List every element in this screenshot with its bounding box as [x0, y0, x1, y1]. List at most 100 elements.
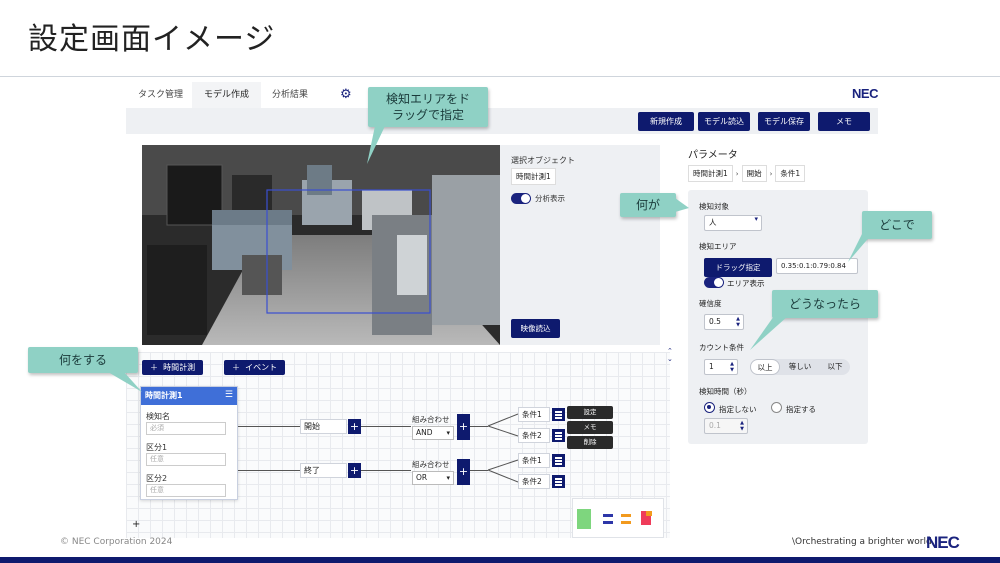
confidence-label: 確信度 [699, 299, 722, 308]
area-display-toggle[interactable] [704, 277, 724, 288]
add-event-button[interactable]: ＋ イベント [224, 360, 286, 375]
detect-target-label: 検知対象 [699, 202, 729, 211]
condition-node[interactable]: 条件2 [518, 474, 550, 489]
category1-input[interactable]: 任意 [146, 453, 226, 466]
count-condition-label: カウント条件 [699, 343, 744, 352]
breadcrumb-item[interactable]: 条件1 [775, 165, 806, 182]
stepper-arrows-icon[interactable]: ▲ ▼ [740, 420, 744, 432]
area-coordinates-input[interactable]: 0.35:0.1:0.79:0.84 [776, 258, 858, 274]
add-time-measure-button[interactable]: ＋ 時間計測 [142, 360, 204, 375]
stepper-arrows-icon[interactable]: ▲ ▼ [736, 316, 740, 328]
tab-model-creation[interactable]: モデル作成 [192, 82, 262, 108]
radio-specify[interactable] [771, 402, 782, 413]
condition-menu-icon[interactable] [552, 408, 565, 421]
camera-frame[interactable] [142, 145, 500, 345]
radio-not-specify[interactable] [704, 402, 715, 413]
area-display-label: エリア表示 [727, 279, 765, 288]
footer-bar [0, 557, 1000, 563]
count-comparison-segment[interactable]: 以上 等しい 以下 [750, 359, 850, 375]
minimap-node [646, 511, 652, 516]
drag-specify-button[interactable]: ドラッグ指定 [704, 258, 772, 277]
selected-object-label: 選択オブジェクト [511, 156, 575, 165]
detect-target-select[interactable]: 人 ▾ [704, 215, 762, 231]
callout-pointer [108, 372, 142, 392]
breadcrumb: 時間計測1 › 開始 › 条件1 [688, 165, 806, 182]
collapse-chevron-icon[interactable]: ⌃ ⌄ [667, 347, 673, 363]
add-canvas-button[interactable]: + [132, 519, 140, 530]
time-measure-node[interactable]: 時間計測1 ☰ 検知名 必須 区分1 任意 区分2 任意 [140, 386, 238, 500]
end-add-button[interactable]: + [348, 463, 361, 478]
tab-analysis-results[interactable]: 分析結果 [260, 82, 320, 108]
start-add-button[interactable]: + [348, 419, 361, 434]
radio-not-specify-label: 指定しない [719, 405, 757, 414]
minimap-node [603, 521, 613, 524]
callout-pointer [367, 126, 385, 164]
detect-time-stepper[interactable]: 0.1 ▲ ▼ [704, 418, 748, 434]
start-node[interactable]: 開始 [300, 419, 347, 434]
save-model-button[interactable]: モデル保存 [758, 112, 810, 131]
new-button[interactable]: 新規作成 [638, 112, 694, 131]
callout-where: どこで [862, 211, 932, 239]
minimap-node [603, 514, 613, 517]
gear-icon[interactable]: ⚙ [340, 87, 352, 102]
hamburger-menu-icon[interactable]: ☰ [225, 390, 233, 400]
slide-title: 設定画面イメージ [28, 22, 276, 57]
segment-equal[interactable]: 等しい [782, 359, 818, 375]
params-title: パラメータ [688, 150, 738, 161]
detect-time-value: 0.1 [709, 421, 721, 430]
load-model-button[interactable]: モデル読込 [698, 112, 750, 131]
add-time-measure-label: 時間計測 [163, 363, 196, 372]
callout-pointer [750, 316, 788, 350]
selected-object-value: 時間計測1 [511, 168, 556, 185]
field-label-detect-name: 検知名 [146, 412, 170, 421]
analysis-display-toggle[interactable] [511, 193, 531, 204]
combine-bottom-label: 組み合わせ [412, 460, 450, 469]
count-value: 1 [709, 362, 714, 371]
callout-pointer [848, 234, 872, 262]
breadcrumb-item[interactable]: 時間計測1 [688, 165, 733, 182]
field-label-category1: 区分1 [146, 443, 168, 452]
context-delete-button[interactable]: 削除 [567, 436, 613, 449]
condition-node[interactable]: 条件2 [518, 428, 550, 443]
combine-bottom-select[interactable]: OR ▾ [412, 471, 454, 485]
tab-task-management[interactable]: タスク管理 [126, 82, 195, 108]
node-title: 時間計測1 [141, 387, 237, 405]
condition-node[interactable]: 条件1 [518, 407, 550, 422]
connector-line [361, 470, 411, 471]
branch-lines [487, 413, 519, 483]
detect-name-input[interactable]: 必須 [146, 422, 226, 435]
condition-node[interactable]: 条件1 [518, 453, 550, 468]
radio-specify-label: 指定する [786, 405, 816, 414]
confidence-stepper[interactable]: 0.5 ▲ ▼ [704, 314, 744, 330]
memo-button[interactable]: メモ [818, 112, 870, 131]
context-memo-button[interactable]: メモ [567, 421, 613, 434]
add-event-label: イベント [245, 363, 278, 372]
combine-top-select[interactable]: AND ▾ [412, 426, 454, 440]
segment-gte[interactable]: 以上 [750, 359, 780, 375]
load-video-button[interactable]: 映像読込 [511, 319, 560, 338]
field-label-category2: 区分2 [146, 474, 168, 483]
minimap-node [577, 509, 591, 529]
condition-menu-icon[interactable] [552, 475, 565, 488]
minimap-node [621, 514, 631, 517]
analysis-display-label: 分析表示 [535, 194, 565, 203]
condition-menu-icon[interactable] [552, 454, 565, 467]
callout-do: 何をする [28, 347, 138, 373]
context-settings-button[interactable]: 設定 [567, 406, 613, 419]
segment-lte[interactable]: 以下 [820, 359, 850, 375]
chevron-down-icon: ▾ [754, 215, 758, 223]
chevron-right-icon: › [735, 169, 739, 178]
detect-area-label: 検知エリア [699, 242, 737, 251]
count-stepper[interactable]: 1 ▲ ▼ [704, 359, 738, 375]
breadcrumb-item[interactable]: 開始 [741, 165, 767, 182]
combine-bottom-add-button[interactable]: + [457, 459, 470, 485]
condition-menu-icon[interactable] [552, 429, 565, 442]
combine-top-add-button[interactable]: + [457, 414, 470, 440]
category2-input[interactable]: 任意 [146, 484, 226, 497]
end-node[interactable]: 終了 [300, 463, 347, 478]
chevron-down-icon: ▾ [446, 474, 450, 482]
stepper-arrows-icon[interactable]: ▲ ▼ [730, 361, 734, 373]
minimap[interactable] [572, 498, 664, 538]
brand-tagline: \Orchestrating a brighter world [792, 537, 932, 547]
copyright-text: © NEC Corporation 2024 [60, 537, 173, 547]
